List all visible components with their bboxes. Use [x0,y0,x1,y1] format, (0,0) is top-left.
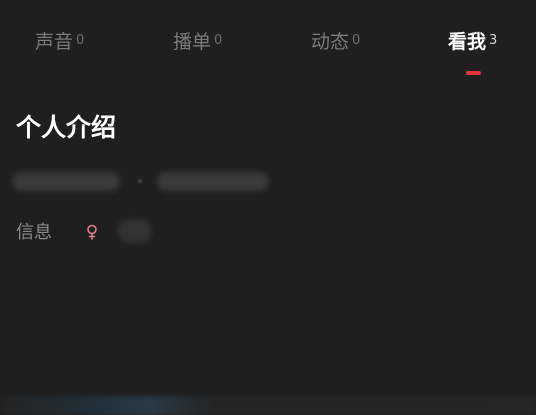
active-tab-indicator [466,71,481,75]
tab-playlist-label: 播单 [173,31,212,53]
bottom-blurred-content [0,396,536,415]
blurred-separator-dot [138,179,142,183]
tab-about-me-label: 看我 [448,31,487,53]
blurred-intro-text-right [157,172,269,191]
tab-about-me[interactable]: 看我 3 [448,30,497,54]
tab-playlist-count: 0 [214,33,223,48]
tab-moments-count: 0 [352,33,361,48]
tab-voice-count: 0 [76,33,85,48]
female-icon [87,224,97,240]
section-title-intro: 个人介绍 [16,113,117,142]
tab-playlist[interactable]: 播单 0 [173,30,222,54]
blurred-intro-text-left [12,172,120,191]
blurred-age-tag [118,219,152,243]
tab-moments-label: 动态 [311,31,350,53]
profile-tab-bar: 声音 0 播单 0 动态 0 看我 3 [0,22,536,82]
info-label: 信息 [16,222,52,243]
tab-voice[interactable]: 声音 0 [35,30,84,54]
tab-moments[interactable]: 动态 0 [311,30,360,54]
tab-voice-label: 声音 [35,31,74,53]
tab-about-me-count: 3 [489,33,498,48]
